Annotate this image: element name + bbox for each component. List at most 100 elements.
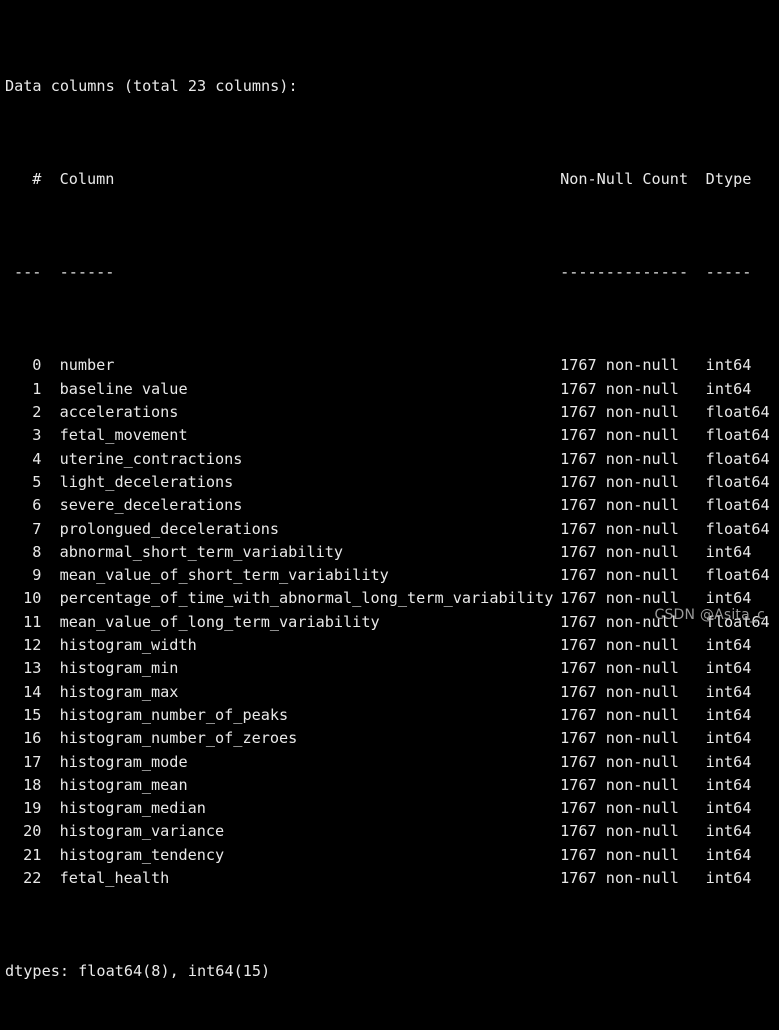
row-non-null-count: 1767 non-null bbox=[560, 659, 679, 678]
row-column-name: histogram_max bbox=[59, 682, 179, 701]
table-row: 13 histogram_min 1767 non-null int64 bbox=[5, 657, 779, 680]
table-row: 22 fetal_health 1767 non-null int64 bbox=[5, 867, 779, 890]
row-gap bbox=[41, 774, 59, 797]
row-column-name: abnormal_short_term_variability bbox=[59, 542, 344, 561]
row-gap bbox=[41, 401, 59, 424]
separator-gap bbox=[41, 261, 59, 284]
row-dtype: float64 bbox=[705, 426, 770, 445]
row-column-name: histogram_min bbox=[59, 659, 179, 678]
row-dtype: int64 bbox=[705, 775, 752, 794]
row-index: 10 bbox=[23, 589, 42, 608]
row-gap bbox=[41, 448, 59, 471]
row-dtype: int64 bbox=[705, 752, 752, 771]
row-dtype: int64 bbox=[705, 636, 752, 655]
row-non-null-count: 1767 non-null bbox=[560, 799, 679, 818]
row-dtype: int64 bbox=[705, 799, 752, 818]
row-gap bbox=[41, 541, 59, 564]
table-rows-container: 0 number 1767 non-null int64 1 baseline val… bbox=[5, 354, 779, 890]
row-non-null-count: 1767 non-null bbox=[560, 636, 679, 655]
row-index: 16 bbox=[23, 729, 42, 748]
row-gap bbox=[41, 378, 59, 401]
row-gap bbox=[41, 587, 59, 610]
table-header-row: # Column Non-Null Count Dtype bbox=[5, 168, 779, 191]
row-index: 11 bbox=[23, 612, 42, 631]
row-index: 13 bbox=[23, 659, 42, 678]
row-gap bbox=[41, 634, 59, 657]
row-index: 7 bbox=[32, 519, 42, 538]
row-index: 15 bbox=[23, 705, 42, 724]
row-dtype: int64 bbox=[705, 845, 752, 864]
row-non-null-count: 1767 non-null bbox=[560, 426, 679, 445]
table-row: 16 histogram_number_of_zeroes 1767 non-nu… bbox=[5, 727, 779, 750]
row-index: 20 bbox=[23, 822, 42, 841]
table-row: 18 histogram_mean 1767 non-null int64 bbox=[5, 774, 779, 797]
row-dtype: float64 bbox=[705, 612, 770, 631]
row-column-name: number bbox=[59, 356, 115, 375]
table-row: 2 accelerations 1767 non-null float64 bbox=[5, 401, 779, 424]
row-non-null-count: 1767 non-null bbox=[560, 496, 679, 515]
row-column-name: uterine_contractions bbox=[59, 449, 243, 468]
row-index: 5 bbox=[32, 472, 42, 491]
row-dtype: float64 bbox=[705, 472, 770, 491]
separator-non-null-count: -------------- bbox=[560, 263, 689, 282]
row-column-name: mean_value_of_short_term_variability bbox=[59, 566, 389, 585]
table-row: 11 mean_value_of_long_term_variability 17… bbox=[5, 611, 779, 634]
row-gap bbox=[41, 844, 59, 867]
row-index: 19 bbox=[23, 799, 42, 818]
row-gap bbox=[41, 727, 59, 750]
row-non-null-count: 1767 non-null bbox=[560, 566, 679, 585]
row-column-name: accelerations bbox=[59, 403, 179, 422]
row-dtype: int64 bbox=[705, 379, 752, 398]
row-non-null-count: 1767 non-null bbox=[560, 472, 679, 491]
header-index: # bbox=[32, 170, 42, 189]
row-index: 6 bbox=[32, 496, 42, 515]
row-index: 2 bbox=[32, 403, 42, 422]
table-row: 1 baseline value 1767 non-null int64 bbox=[5, 378, 779, 401]
header-non-null-count: Non-Null Count bbox=[560, 170, 689, 189]
row-dtype: int64 bbox=[705, 682, 752, 701]
header-gap bbox=[41, 168, 59, 191]
row-index: 8 bbox=[32, 542, 42, 561]
row-column-name: mean_value_of_long_term_variability bbox=[59, 612, 380, 631]
row-non-null-count: 1767 non-null bbox=[560, 449, 679, 468]
row-dtype: int64 bbox=[705, 868, 752, 887]
row-gap bbox=[41, 657, 59, 680]
table-row: 6 severe_decelerations 1767 non-null float… bbox=[5, 494, 779, 517]
table-row: 15 histogram_number_of_peaks 1767 non-nul… bbox=[5, 704, 779, 727]
dtypes-footer-line: dtypes: float64(8), int64(15) bbox=[5, 962, 271, 981]
row-non-null-count: 1767 non-null bbox=[560, 542, 679, 561]
row-non-null-count: 1767 non-null bbox=[560, 682, 679, 701]
row-gap bbox=[41, 867, 59, 890]
table-separator-row: --- ------ -------------- ----- bbox=[5, 261, 779, 284]
row-column-name: fetal_health bbox=[59, 868, 170, 887]
row-non-null-count: 1767 non-null bbox=[560, 612, 679, 631]
row-dtype: int64 bbox=[705, 705, 752, 724]
row-dtype: int64 bbox=[705, 822, 752, 841]
table-row: 14 histogram_max 1767 non-null int64 bbox=[5, 681, 779, 704]
row-dtype: int64 bbox=[705, 659, 752, 678]
header-dtype: Dtype bbox=[705, 170, 752, 189]
row-gap bbox=[41, 797, 59, 820]
row-dtype: float64 bbox=[705, 449, 770, 468]
row-gap bbox=[41, 518, 59, 541]
row-gap bbox=[41, 424, 59, 447]
row-column-name: histogram_tendency bbox=[59, 845, 225, 864]
table-row: 19 histogram_median 1767 non-null int64 bbox=[5, 797, 779, 820]
row-index: 18 bbox=[23, 775, 42, 794]
row-non-null-count: 1767 non-null bbox=[560, 379, 679, 398]
row-gap bbox=[41, 681, 59, 704]
row-dtype: float64 bbox=[705, 496, 770, 515]
row-gap bbox=[41, 611, 59, 634]
table-row: 10 percentage_of_time_with_abnormal_long… bbox=[5, 587, 779, 610]
table-row: 0 number 1767 non-null int64 bbox=[5, 354, 779, 377]
table-row: 8 abnormal_short_term_variability 1767 no… bbox=[5, 541, 779, 564]
row-index: 21 bbox=[23, 845, 42, 864]
row-dtype: int64 bbox=[705, 729, 752, 748]
row-index: 12 bbox=[23, 636, 42, 655]
table-row: 3 fetal_movement 1767 non-null float64 bbox=[5, 424, 779, 447]
table-row: 4 uterine_contractions 1767 non-null float… bbox=[5, 448, 779, 471]
row-gap bbox=[41, 564, 59, 587]
row-non-null-count: 1767 non-null bbox=[560, 868, 679, 887]
row-index: 1 bbox=[32, 379, 42, 398]
row-gap bbox=[41, 751, 59, 774]
